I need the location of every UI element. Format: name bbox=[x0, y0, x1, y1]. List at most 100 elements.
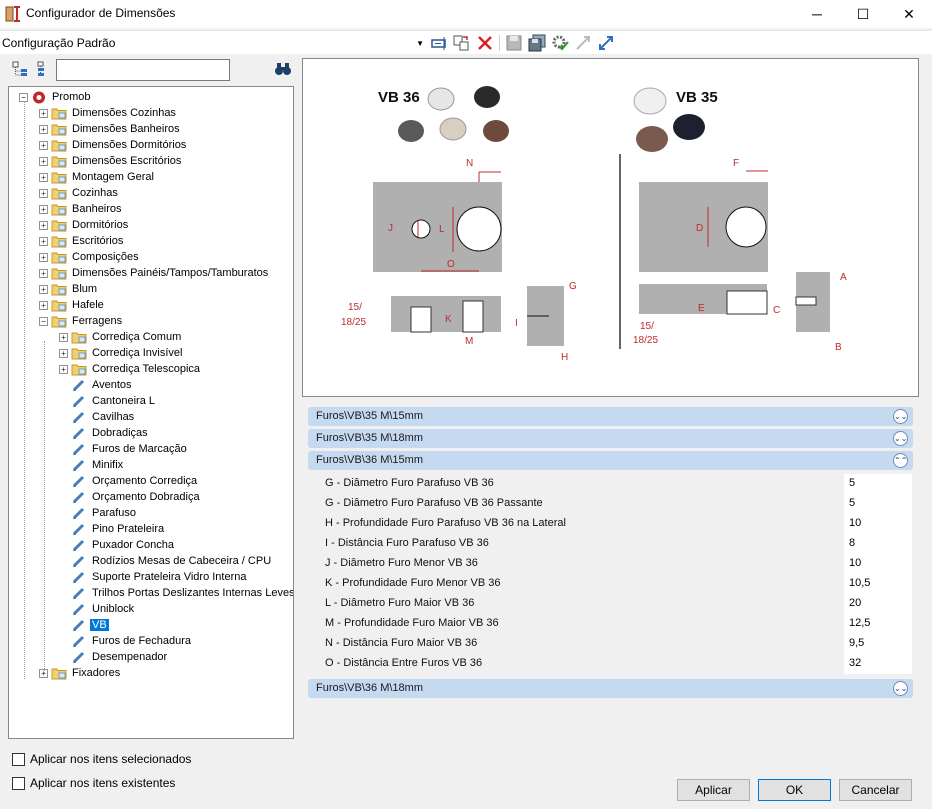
property-value-field[interactable]: 10 bbox=[844, 514, 912, 534]
tree-search-input[interactable] bbox=[56, 59, 230, 81]
tree-node-folder[interactable]: + Composições bbox=[39, 249, 141, 265]
tree-node-item[interactable]: Furos de Fechadura bbox=[59, 633, 193, 649]
expand-toggle-icon[interactable]: + bbox=[39, 220, 48, 230]
tree-node-promob[interactable]: − Promob bbox=[19, 89, 93, 105]
expand-toggle-icon[interactable]: + bbox=[59, 364, 68, 374]
tree-node-item[interactable]: VB bbox=[59, 617, 109, 633]
property-row[interactable]: J - Diâmetro Furo Menor VB 36 10 bbox=[320, 554, 912, 574]
tree-node-folder[interactable]: + Dimensões Painéis/Tampos/Tamburatos bbox=[39, 265, 270, 281]
property-value-field[interactable]: 10 bbox=[844, 554, 912, 574]
tree-node-folder[interactable]: + Corrediça Comum bbox=[59, 329, 183, 345]
tree-node-item[interactable]: Pino Prateleira bbox=[59, 521, 166, 537]
tree-node-folder[interactable]: + Dimensões Cozinhas bbox=[39, 105, 178, 121]
tree-node-folder[interactable]: + Dimensões Escritórios bbox=[39, 153, 183, 169]
tree-node-folder[interactable]: + Fixadores bbox=[39, 665, 122, 681]
property-value-field[interactable]: 5 bbox=[844, 494, 912, 514]
property-row[interactable]: G - Diâmetro Furo Parafuso VB 36 Passant… bbox=[320, 494, 912, 514]
property-value-field[interactable]: 12,5 bbox=[844, 614, 912, 634]
tree-node-folder[interactable]: + Blum bbox=[39, 281, 99, 297]
expand-arrows-icon[interactable] bbox=[597, 34, 615, 52]
tree-node-folder[interactable]: + Hafele bbox=[39, 297, 106, 313]
cancel-button[interactable]: Cancelar bbox=[839, 779, 912, 801]
property-value-field[interactable]: 10,5 bbox=[844, 574, 912, 594]
expand-toggle-icon[interactable]: + bbox=[39, 284, 48, 294]
expand-toggle-icon[interactable]: + bbox=[39, 172, 48, 182]
expand-toggle-icon[interactable]: + bbox=[39, 140, 48, 150]
expand-toggle-icon[interactable]: − bbox=[39, 316, 48, 326]
expand-toggle-icon[interactable]: + bbox=[39, 300, 48, 310]
tree-node-item[interactable]: Desempenador bbox=[59, 649, 169, 665]
property-row[interactable]: G - Diâmetro Furo Parafuso VB 36 5 bbox=[320, 474, 912, 494]
tree-node-folder[interactable]: + Escritórios bbox=[39, 233, 125, 249]
apply-button[interactable]: Aplicar bbox=[677, 779, 750, 801]
tree-node-item[interactable]: Orçamento Dobradiça bbox=[59, 489, 202, 505]
apply-selected-option[interactable]: Aplicar nos itens selecionados bbox=[12, 752, 191, 766]
expand-toggle-icon[interactable]: + bbox=[39, 156, 48, 166]
expand-toggle-icon[interactable]: + bbox=[39, 124, 48, 134]
property-value-field[interactable]: 8 bbox=[844, 534, 912, 554]
tree-node-item[interactable]: Orçamento Corrediça bbox=[59, 473, 199, 489]
expand-toggle-icon[interactable]: + bbox=[39, 108, 48, 118]
property-value-field[interactable]: 5 bbox=[844, 474, 912, 494]
tree-node-item[interactable]: Furos de Marcação bbox=[59, 441, 189, 457]
expand-chevron-icon[interactable]: ⌄⌄ bbox=[893, 431, 908, 446]
tree-node-item[interactable]: Rodízios Mesas de Cabeceira / CPU bbox=[59, 553, 273, 569]
apply-selected-checkbox[interactable] bbox=[12, 752, 25, 766]
apply-existing-checkbox[interactable] bbox=[12, 776, 25, 790]
expand-toggle-icon[interactable]: + bbox=[39, 268, 48, 278]
tree-node-folder[interactable]: + Corrediça Telescopica bbox=[59, 361, 202, 377]
property-value-field[interactable]: 9,5 bbox=[844, 634, 912, 654]
tree-node-item[interactable]: Trilhos Portas Deslizantes Internas Leve… bbox=[59, 585, 293, 601]
section-vb35-18mm[interactable]: Furos\VB\35 M\18mm ⌄⌄ bbox=[308, 429, 913, 448]
ok-button[interactable]: OK bbox=[758, 779, 831, 801]
property-value-field[interactable]: 20 bbox=[844, 594, 912, 614]
tree-node-folder[interactable]: + Cozinhas bbox=[39, 185, 120, 201]
tree-node-item[interactable]: Puxador Concha bbox=[59, 537, 176, 553]
tree-node-item[interactable]: Parafuso bbox=[59, 505, 138, 521]
minimize-button[interactable]: ─ bbox=[794, 0, 840, 28]
collapse-all-icon[interactable] bbox=[35, 61, 49, 77]
tree-node-folder[interactable]: + Montagem Geral bbox=[39, 169, 156, 185]
tree-node-folder[interactable]: − Ferragens bbox=[39, 313, 124, 329]
tree-node-item[interactable]: Cavilhas bbox=[59, 409, 136, 425]
expand-toggle-icon[interactable]: + bbox=[39, 252, 48, 262]
rename-icon[interactable] bbox=[430, 34, 448, 52]
collapse-arrows-icon[interactable] bbox=[574, 34, 592, 52]
tree-node-folder[interactable]: + Dormitórios bbox=[39, 217, 130, 233]
tree-node-item[interactable]: Suporte Prateleira Vidro Interna bbox=[59, 569, 249, 585]
expand-toggle-icon[interactable]: + bbox=[39, 188, 48, 198]
section-vb35-15mm[interactable]: Furos\VB\35 M\15mm ⌄⌄ bbox=[308, 407, 913, 426]
tree-node-item[interactable]: Cantoneira L bbox=[59, 393, 157, 409]
expand-chevron-icon[interactable]: ⌄⌄ bbox=[893, 409, 908, 424]
expand-toggle-icon[interactable]: + bbox=[39, 236, 48, 246]
configuration-select[interactable]: Configuração Padrão ▼ bbox=[2, 33, 426, 53]
property-row[interactable]: K - Profundidade Furo Menor VB 36 10,5 bbox=[320, 574, 912, 594]
expand-chevron-icon[interactable]: ⌄⌄ bbox=[893, 681, 908, 696]
save-icon[interactable] bbox=[505, 34, 523, 52]
delete-icon[interactable] bbox=[476, 34, 494, 52]
section-vb36-18mm[interactable]: Furos\VB\36 M\18mm ⌄⌄ bbox=[308, 679, 913, 698]
section-vb36-15mm[interactable]: Furos\VB\36 M\15mm ⌃⌃ bbox=[308, 451, 913, 470]
expand-toggle-icon[interactable]: + bbox=[59, 348, 68, 358]
tree-node-item[interactable]: Uniblock bbox=[59, 601, 136, 617]
property-value-field[interactable]: 32 bbox=[844, 654, 912, 674]
property-row[interactable]: I - Distância Furo Parafuso VB 36 8 bbox=[320, 534, 912, 554]
property-row[interactable]: O - Distância Entre Furos VB 36 32 bbox=[320, 654, 912, 674]
property-row[interactable]: L - Diâmetro Furo Maior VB 36 20 bbox=[320, 594, 912, 614]
tree-node-item[interactable]: Aventos bbox=[59, 377, 134, 393]
collapse-chevron-icon[interactable]: ⌃⌃ bbox=[893, 453, 908, 468]
tree-node-folder[interactable]: + Dimensões Banheiros bbox=[39, 121, 182, 137]
expand-toggle-icon[interactable]: + bbox=[59, 332, 68, 342]
settings-check-icon[interactable] bbox=[551, 34, 569, 52]
property-row[interactable]: N - Distância Furo Maior VB 36 9,5 bbox=[320, 634, 912, 654]
tree-node-item[interactable]: Dobradiças bbox=[59, 425, 150, 441]
property-row[interactable]: M - Profundidade Furo Maior VB 36 12,5 bbox=[320, 614, 912, 634]
expand-toggle-icon[interactable]: + bbox=[39, 204, 48, 214]
save-all-icon[interactable] bbox=[528, 34, 546, 52]
copy-config-icon[interactable] bbox=[452, 34, 470, 52]
tree-node-folder[interactable]: + Banheiros bbox=[39, 201, 124, 217]
apply-existing-option[interactable]: Aplicar nos itens existentes bbox=[12, 776, 175, 790]
tree-node-item[interactable]: Minifix bbox=[59, 457, 125, 473]
tree-node-folder[interactable]: + Dimensões Dormitórios bbox=[39, 137, 188, 153]
binoculars-icon[interactable] bbox=[274, 61, 292, 77]
